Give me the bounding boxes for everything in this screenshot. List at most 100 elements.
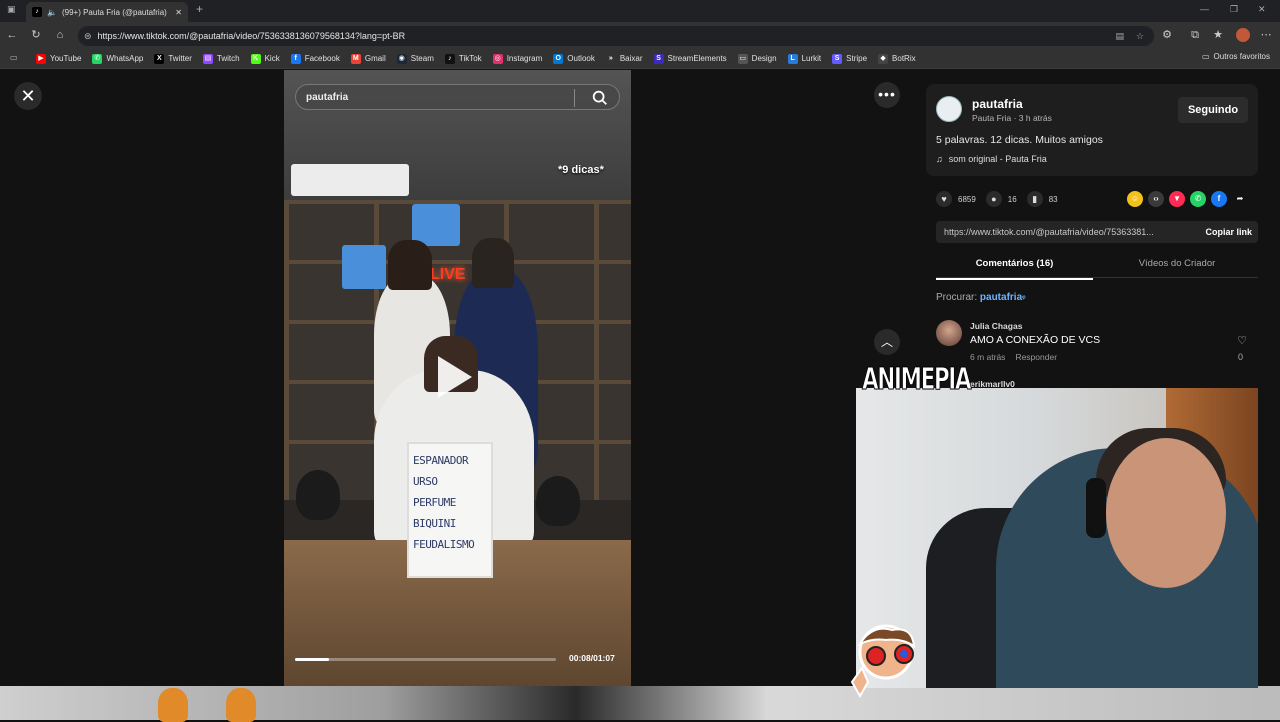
url-text[interactable]: https://www.tiktok.com/@pautafria/video/… [98, 31, 406, 41]
whatsapp-share-icon[interactable]: ✆ [1190, 191, 1206, 207]
creator-username[interactable]: pautafria [972, 97, 1023, 111]
mascot-sticker-icon [850, 624, 916, 699]
bookmark-steam[interactable]: ◉ Steam [396, 53, 434, 64]
search-suggestion[interactable]: Procurar: pautafriaᵠ [936, 292, 1026, 303]
comment-icon: ● [985, 191, 1002, 207]
window-close-icon[interactable]: ✕ [1258, 4, 1266, 15]
restore-icon[interactable]: ❐ [1230, 4, 1238, 15]
following-button[interactable]: Seguindo [1178, 97, 1248, 123]
bookmark-facebook[interactable]: f Facebook [290, 53, 340, 64]
bookmark-label: Facebook [304, 54, 340, 63]
bookmark-twitch[interactable]: ▤ Twitch [202, 53, 240, 64]
friends-share-icon[interactable]: ☺ [1127, 191, 1143, 207]
video-progress-bar[interactable] [295, 658, 556, 661]
embed-icon[interactable]: ‹› [1148, 191, 1164, 207]
video-link-box[interactable]: https://www.tiktok.com/@pautafria/video/… [936, 221, 1258, 243]
live-neon-sign: LIVE [430, 266, 466, 283]
bookmark-icon: ▮ [1026, 191, 1043, 207]
sign-line: BIQUINI [413, 517, 456, 530]
video-description: 5 palavras. 12 dicas. Muitos amigos [936, 134, 1103, 146]
bookmark-kick[interactable]: K Kick [250, 53, 280, 64]
bookmark-instagram[interactable]: ◎ Instagram [492, 53, 542, 64]
commenter-avatar[interactable] [936, 320, 962, 346]
send-icon[interactable]: ▼ [1169, 191, 1185, 207]
previous-video-button[interactable]: ︿ [874, 329, 900, 355]
search-suggestion-prefix: Procurar: [936, 292, 978, 303]
air-conditioner [291, 164, 409, 196]
steam-icon: ◉ [396, 53, 407, 64]
tab-actions-icon[interactable]: ▣ [7, 4, 16, 15]
bookmark-outlook[interactable]: O Outlook [553, 53, 595, 64]
comment-like-icon[interactable]: ♡ [1236, 334, 1248, 347]
comment-text: AMO A CONEXÃO DE VCS [970, 334, 1101, 346]
outlook-icon: O [553, 53, 564, 64]
bookmark-label: BotRix [892, 54, 916, 63]
refresh-icon[interactable]: ↻ [29, 28, 43, 42]
back-icon[interactable]: ← [5, 28, 19, 42]
collections-icon[interactable]: ▭ [10, 53, 18, 62]
bookmark-youtube[interactable]: ▶ YouTube [36, 53, 81, 64]
menu-icon[interactable]: ⋯ [1259, 28, 1273, 42]
microphone [296, 470, 340, 520]
tab-close-icon[interactable]: ✕ [175, 8, 182, 17]
save-button[interactable]: ▮ 83 [1026, 191, 1058, 207]
bookmark-twitter[interactable]: X Twitter [154, 53, 192, 64]
save-count: 83 [1048, 194, 1058, 204]
other-favorites[interactable]: ▭ Outros favoritos [1202, 52, 1270, 61]
address-bar[interactable]: ⊜ https://www.tiktok.com/@pautafria/vide… [78, 26, 1154, 46]
facebook-share-icon[interactable]: f [1211, 191, 1227, 207]
reply-button[interactable]: Responder [1015, 352, 1057, 362]
tab-bar: ▣ ♪ 🔈 (99+) Pauta Fria (@pautafria) ✕ + … [0, 0, 1280, 22]
close-video-button[interactable]: ✕ [14, 82, 42, 110]
tab-creator-videos[interactable]: Vídeos do Criador [1096, 258, 1258, 269]
tab-comments[interactable]: Comentários (16) [936, 258, 1093, 280]
bookmark-stripe[interactable]: S Stripe [832, 53, 867, 64]
search-input[interactable]: pautafria [295, 84, 620, 110]
like-button[interactable]: ♥ 6859 [936, 191, 976, 207]
kick-icon: K [250, 53, 261, 64]
bookmark-label: WhatsApp [106, 54, 144, 63]
home-icon[interactable]: ⌂ [53, 28, 67, 42]
browser-tab[interactable]: ♪ 🔈 (99+) Pauta Fria (@pautafria) ✕ [26, 2, 188, 22]
search-value[interactable]: pautafria [306, 92, 348, 103]
video-player[interactable]: LIVE ESPANADOR URSO PERFUME BIQUINI FEUD… [284, 70, 631, 686]
video-link-text[interactable]: https://www.tiktok.com/@pautafria/video/… [944, 227, 1154, 237]
play-icon[interactable] [438, 356, 472, 398]
commenter-name[interactable]: Julia Chagas [970, 321, 1022, 331]
share-arrow-icon[interactable]: ➦ [1232, 191, 1248, 207]
bookmark-botrix[interactable]: ◆ BotRix [878, 53, 916, 64]
gmail-icon: M [350, 53, 361, 64]
split-screen-icon[interactable]: ⧉ [1188, 28, 1202, 42]
comment-count: 16 [1007, 194, 1017, 204]
search-suggestion-term[interactable]: pautafria [980, 292, 1022, 303]
microphone [536, 476, 580, 526]
copy-link-button[interactable]: Copiar link [1205, 221, 1252, 243]
bookmark-lurkit[interactable]: L Lurkit [787, 53, 821, 64]
minimize-icon[interactable]: — [1200, 4, 1209, 14]
favorite-star-icon[interactable]: ☆ [1136, 31, 1144, 42]
bookmark-streamelements[interactable]: S StreamElements [653, 53, 727, 64]
music-note-icon: ♫ [936, 154, 943, 164]
sign-line: ESPANADOR [413, 454, 469, 467]
bookmark-label: Baixar [619, 54, 643, 63]
bookmark-gmail[interactable]: M Gmail [350, 53, 386, 64]
panel-tabs: Comentários (16) Vídeos do Criador [936, 250, 1258, 280]
bookmark-baixar[interactable]: » Baixar [605, 53, 643, 64]
profile-avatar[interactable] [1236, 28, 1250, 42]
bookmark-design[interactable]: ▭ Design [737, 53, 777, 64]
new-tab-button[interactable]: + [196, 2, 203, 16]
sound-link[interactable]: ♫ som original - Pauta Fria [936, 154, 1047, 164]
site-info-icon[interactable]: ⊜ [84, 31, 92, 42]
stripe-icon: S [832, 53, 843, 64]
creator-avatar[interactable] [936, 96, 962, 122]
sound-label: som original - Pauta Fria [948, 154, 1047, 164]
reader-mode-icon[interactable]: ▤ [1115, 31, 1124, 42]
search-icon[interactable] [591, 89, 609, 107]
bookmark-tiktok[interactable]: ♪ TikTok [444, 53, 482, 64]
bookmark-whatsapp[interactable]: ✆ WhatsApp [92, 53, 144, 64]
speaker-icon[interactable]: 🔈 [47, 8, 57, 17]
comment-button[interactable]: ● 16 [985, 191, 1017, 207]
more-options-button[interactable]: ••• [874, 82, 900, 108]
favorites-icon[interactable]: ★ [1211, 28, 1225, 42]
extensions-icon[interactable]: ⚙ [1160, 28, 1174, 42]
